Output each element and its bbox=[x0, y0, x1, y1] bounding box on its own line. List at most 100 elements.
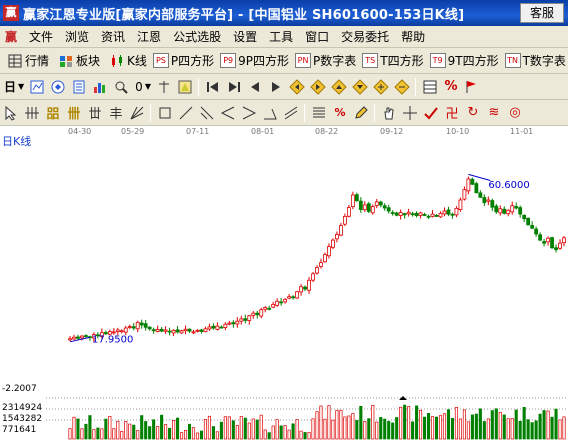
candle-body bbox=[558, 242, 562, 249]
volume-top-label: -2.2007 bbox=[2, 384, 37, 394]
cycle-icon[interactable]: ≋ bbox=[484, 103, 504, 123]
arrow-right-icon[interactable] bbox=[308, 77, 328, 97]
chart-type-icon[interactable] bbox=[27, 77, 47, 97]
candle-body bbox=[342, 216, 347, 225]
crosshair-icon[interactable] bbox=[400, 103, 420, 123]
period-select[interactable]: 日 ▼ bbox=[2, 76, 26, 98]
fan-lines-icon[interactable] bbox=[127, 103, 147, 123]
stock-info-icon[interactable] bbox=[48, 77, 68, 97]
p-square-button[interactable]: PS P四方形 bbox=[151, 50, 216, 72]
volume-bar bbox=[542, 410, 546, 440]
menu-file[interactable]: 文件 bbox=[23, 28, 59, 45]
gann-time-icon[interactable]: 丰 bbox=[106, 103, 126, 123]
first-page-icon[interactable] bbox=[203, 77, 223, 97]
candle-body bbox=[414, 212, 419, 217]
volume-bar bbox=[351, 413, 355, 440]
volume-bar bbox=[371, 405, 375, 440]
p-number-table-button[interactable]: PN P数字表 bbox=[293, 50, 358, 72]
angle-icon[interactable] bbox=[260, 103, 280, 123]
candle-body bbox=[131, 326, 136, 329]
cursor-icon[interactable] bbox=[1, 103, 21, 123]
menu-browse[interactable]: 浏览 bbox=[59, 28, 95, 45]
volume-bar bbox=[267, 432, 271, 440]
zoom-in-icon[interactable] bbox=[371, 77, 391, 97]
diagonal-icon[interactable] bbox=[197, 103, 217, 123]
gann-wheel-icon[interactable]: 卍 bbox=[442, 103, 462, 123]
volume-bar bbox=[347, 415, 351, 440]
volume-bar bbox=[287, 429, 291, 440]
vertical-lines-icon[interactable] bbox=[22, 103, 42, 123]
volume-bar bbox=[502, 414, 506, 440]
candle-body bbox=[84, 335, 88, 337]
channel-icon[interactable] bbox=[281, 103, 301, 123]
rect-icon[interactable] bbox=[155, 103, 175, 123]
menu-settings[interactable]: 设置 bbox=[227, 28, 263, 45]
t-square-button[interactable]: TS T四方形 bbox=[360, 50, 425, 72]
next-icon[interactable] bbox=[266, 77, 286, 97]
window-titlebar: 赢 赢家江恩专业版[赢家内部服务平台] - [中国铝业 SH601600-153… bbox=[0, 0, 568, 26]
menu-window[interactable]: 窗口 bbox=[299, 28, 335, 45]
volume-bar bbox=[558, 419, 562, 440]
more-tools-icon[interactable]: ◎ bbox=[505, 103, 525, 123]
arrow-left-icon[interactable] bbox=[287, 77, 307, 97]
menu-trade[interactable]: 交易委托 bbox=[335, 28, 395, 45]
app-menu-icon[interactable]: 赢 bbox=[3, 29, 19, 45]
candle-body bbox=[72, 336, 76, 340]
volume-bar bbox=[474, 413, 478, 440]
volume-bar bbox=[140, 415, 144, 440]
menu-info[interactable]: 资讯 bbox=[95, 28, 131, 45]
triangle-right-icon[interactable] bbox=[239, 103, 259, 123]
levels-icon[interactable] bbox=[309, 103, 329, 123]
candle-body bbox=[518, 207, 523, 215]
zoom-icon[interactable] bbox=[111, 77, 131, 97]
candle-body bbox=[219, 326, 224, 329]
gann-square-icon[interactable]: 㗊 bbox=[43, 103, 63, 123]
kline-chart[interactable]: 04-30 05-29 07-11 08-01 08-22 09-12 10-1… bbox=[0, 126, 568, 441]
t-number-table-button[interactable]: TN T数字表 bbox=[503, 50, 568, 72]
sectors-button[interactable]: 板块 bbox=[53, 50, 102, 72]
kline-button[interactable]: K线 bbox=[104, 50, 149, 72]
scale-icon[interactable] bbox=[154, 77, 174, 97]
percent-icon[interactable]: % bbox=[441, 77, 461, 97]
table-icon[interactable] bbox=[420, 77, 440, 97]
arrow-up-icon[interactable] bbox=[329, 77, 349, 97]
previous-icon[interactable] bbox=[245, 77, 265, 97]
9t-square-button[interactable]: T9 9T四方形 bbox=[428, 50, 501, 72]
menu-help[interactable]: 帮助 bbox=[395, 28, 431, 45]
hand-icon[interactable] bbox=[379, 103, 399, 123]
flag-icon[interactable] bbox=[462, 77, 482, 97]
last-page-icon[interactable] bbox=[224, 77, 244, 97]
trend-check-icon[interactable] bbox=[421, 103, 441, 123]
menu-gann[interactable]: 江恩 bbox=[131, 28, 167, 45]
triangle-left-icon[interactable] bbox=[218, 103, 238, 123]
candle-body bbox=[255, 312, 260, 316]
right-axis-select[interactable]: 0 ▼ bbox=[133, 76, 153, 98]
candle-body bbox=[454, 207, 459, 216]
gann-line-icon[interactable]: 丗 bbox=[85, 103, 105, 123]
9p-square-button[interactable]: P9 9P四方形 bbox=[218, 50, 291, 72]
line-icon[interactable] bbox=[176, 103, 196, 123]
candle-body bbox=[542, 241, 546, 244]
zoom-out-icon[interactable] bbox=[392, 77, 412, 97]
customer-service-button[interactable]: 客服 bbox=[520, 3, 564, 23]
chart-style-icon[interactable] bbox=[175, 77, 195, 97]
spiral-icon[interactable]: ↻ bbox=[463, 103, 483, 123]
document-icon[interactable] bbox=[69, 77, 89, 97]
candle-body bbox=[434, 214, 439, 217]
volume-bar bbox=[327, 405, 331, 440]
bar-chart-icon[interactable] bbox=[90, 77, 110, 97]
pen-icon[interactable] bbox=[351, 103, 371, 123]
quotes-button[interactable]: 行情 bbox=[2, 50, 51, 72]
candle-body bbox=[167, 330, 172, 333]
volume-bar bbox=[203, 419, 207, 440]
candle-body bbox=[263, 307, 268, 310]
candle-body bbox=[394, 212, 399, 216]
volume-bar bbox=[339, 409, 343, 440]
fibonacci-icon[interactable]: % bbox=[330, 103, 350, 123]
candle-body bbox=[366, 203, 371, 212]
menu-tools[interactable]: 工具 bbox=[263, 28, 299, 45]
arrow-down-icon[interactable] bbox=[350, 77, 370, 97]
gann-grid-icon[interactable]: 卌 bbox=[64, 103, 84, 123]
volume-bar bbox=[160, 414, 164, 440]
menu-formula[interactable]: 公式选股 bbox=[167, 28, 227, 45]
